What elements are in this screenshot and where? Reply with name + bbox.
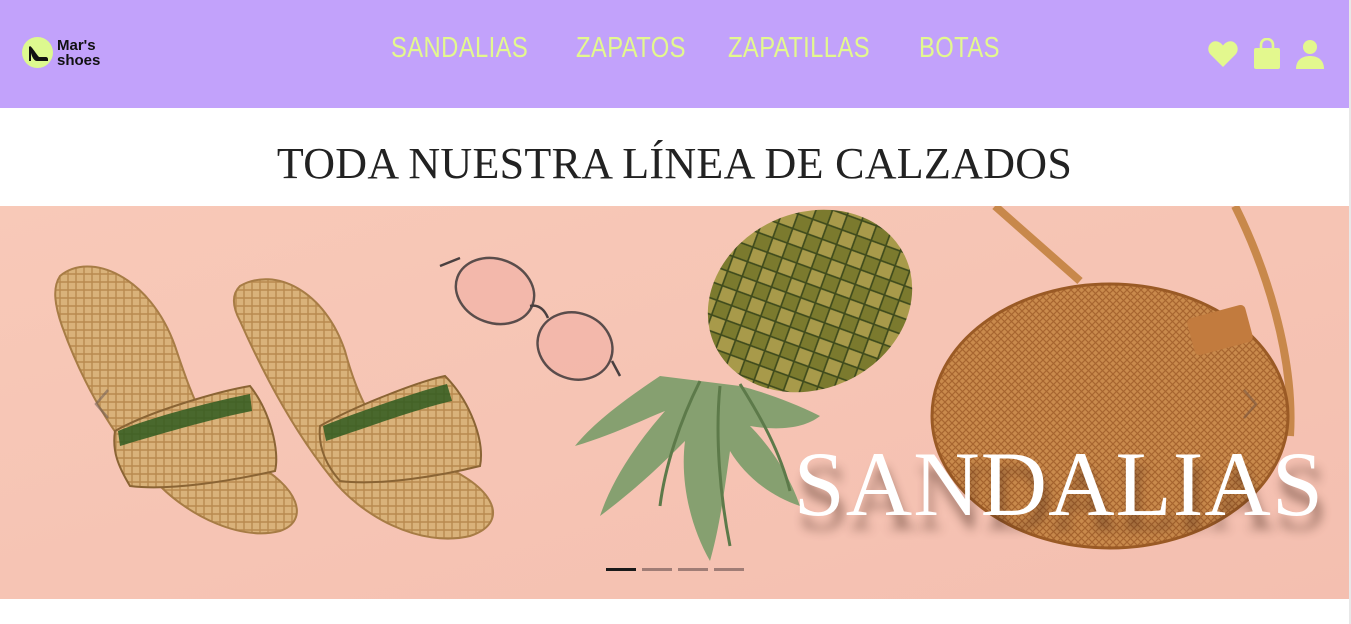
- nav-icons: [1207, 38, 1325, 70]
- brand-logo[interactable]: Mar's shoes: [22, 37, 100, 68]
- nav-link-zapatillas[interactable]: ZAPATILLAS: [728, 32, 870, 65]
- nav-link-zapatos[interactable]: ZAPATOS: [576, 32, 686, 65]
- shopping-bag-icon[interactable]: [1253, 38, 1281, 70]
- carousel-indicator-1[interactable]: [606, 568, 636, 571]
- heart-icon[interactable]: [1207, 39, 1239, 69]
- slide-caption: SANDALIAS: [793, 433, 1324, 535]
- carousel-indicator-4[interactable]: [714, 568, 744, 571]
- main-nav: SANDALIAS ZAPATOS ZAPATILLAS BOTAS: [391, 32, 1000, 65]
- user-icon[interactable]: [1295, 39, 1325, 69]
- brand-name: Mar's shoes: [57, 38, 100, 68]
- carousel-indicator-3[interactable]: [678, 568, 708, 571]
- brand-name-line2: shoes: [57, 51, 101, 69]
- carousel-indicators: [606, 568, 744, 571]
- brand-name-line1: Mar's: [57, 36, 96, 54]
- chevron-left-icon[interactable]: [90, 386, 114, 422]
- nav-link-sandalias[interactable]: SANDALIAS: [391, 32, 528, 65]
- chevron-right-icon[interactable]: [1238, 386, 1262, 422]
- navbar: Mar's shoes SANDALIAS ZAPATOS ZAPATILLAS…: [0, 0, 1349, 108]
- carousel-indicator-2[interactable]: [642, 568, 672, 571]
- nav-link-botas[interactable]: BOTAS: [919, 32, 1000, 65]
- section-title: TODA NUESTRA LÍNEA DE CALZADOS: [276, 139, 1073, 188]
- hero-carousel[interactable]: SANDALIAS: [0, 206, 1349, 599]
- high-heel-icon: [22, 37, 53, 68]
- slide-image: [0, 206, 1349, 599]
